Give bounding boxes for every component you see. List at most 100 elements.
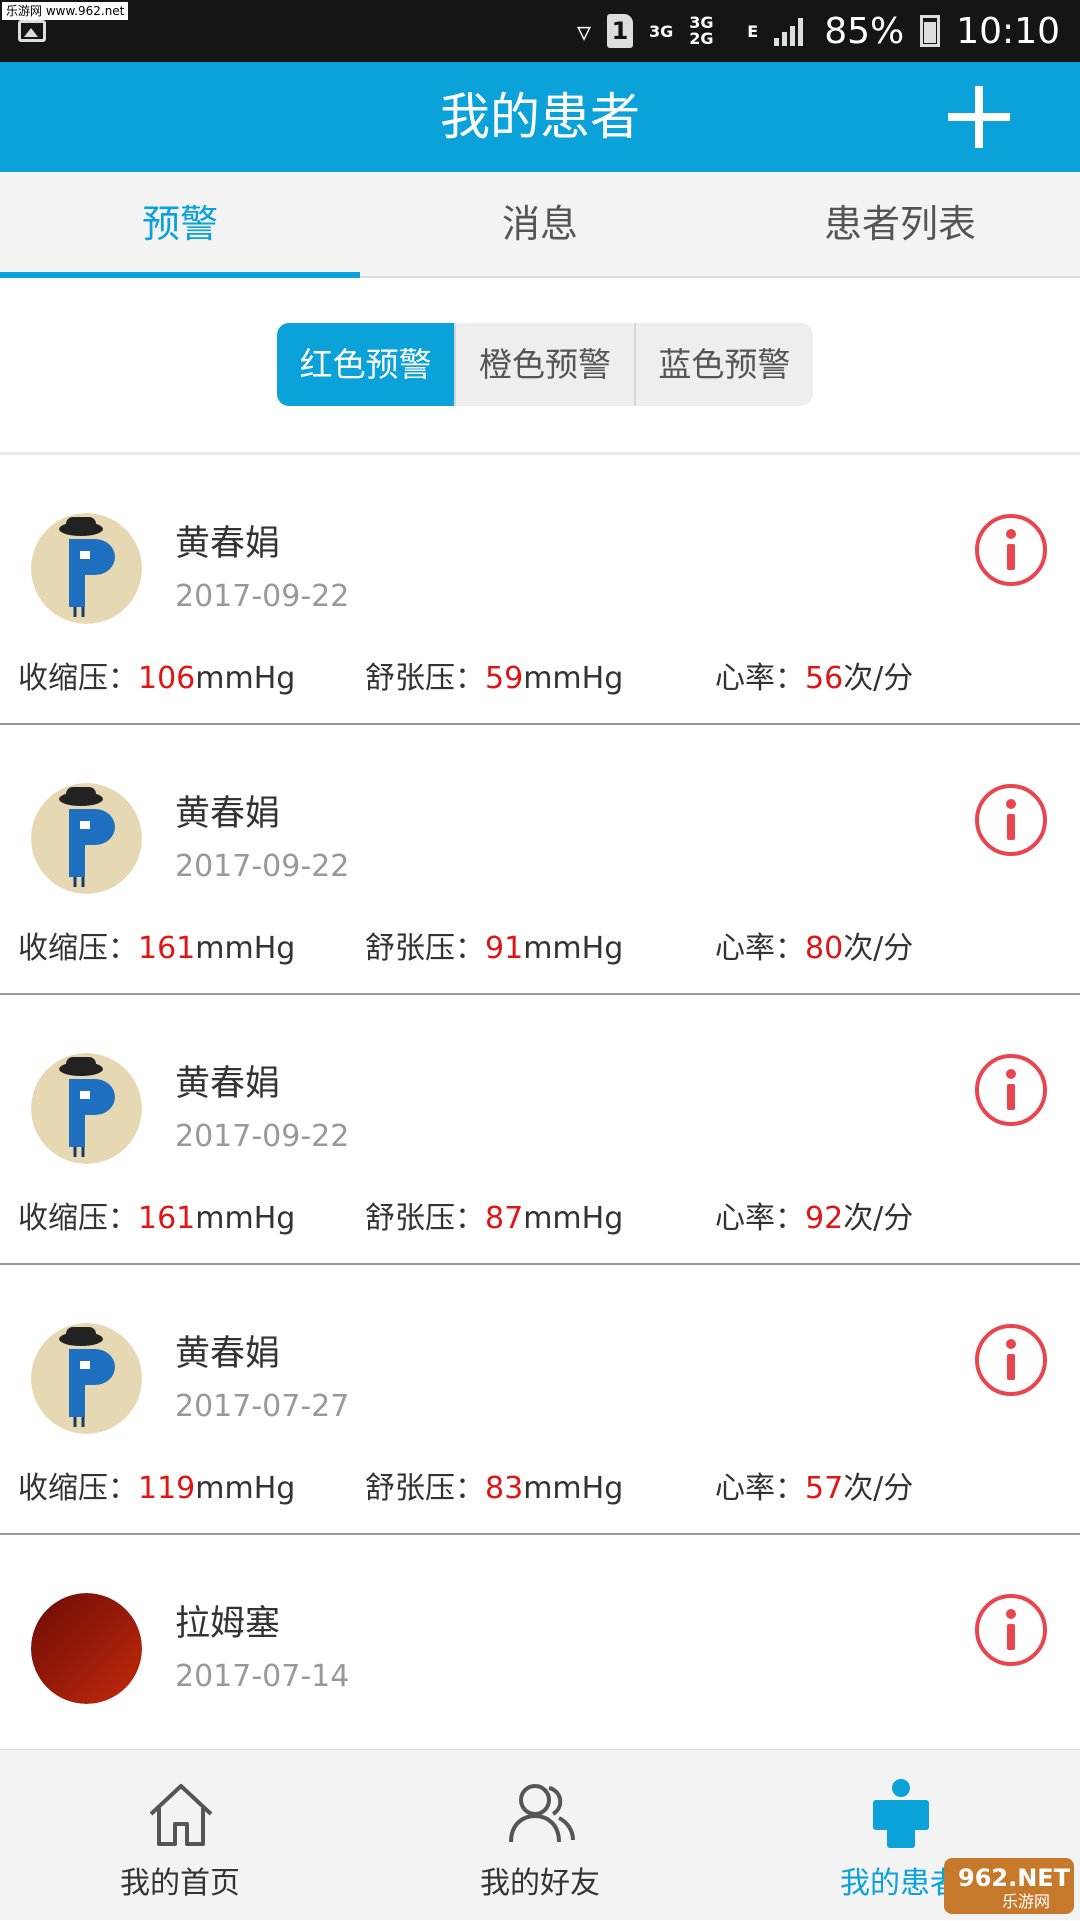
pressure-unit: mmHg xyxy=(195,931,296,966)
rate-unit: 次/分 xyxy=(843,931,914,966)
diastolic-value: 87 xyxy=(485,1201,524,1236)
wifi-icon: ▿ xyxy=(576,14,592,48)
record-date: 2017-09-22 xyxy=(175,1119,350,1154)
record-date: 2017-07-14 xyxy=(175,1659,350,1694)
avatar xyxy=(31,513,142,624)
patient-name: 黄春娟 xyxy=(175,524,281,564)
diastolic-label: 舒张压： xyxy=(365,1201,485,1236)
avatar xyxy=(31,1323,142,1434)
signal-icon xyxy=(774,16,808,46)
rate-unit: 次/分 xyxy=(843,1471,914,1506)
gallery-notification-icon xyxy=(18,20,46,42)
info-icon[interactable] xyxy=(974,783,1048,857)
home-icon xyxy=(149,1784,213,1846)
sim-slot-icon: 1 xyxy=(607,14,634,48)
rate-unit: 次/分 xyxy=(843,1201,914,1236)
patient-name: 拉姆塞 xyxy=(175,1604,281,1644)
vital-signs: 收缩压：119mmHg 舒张压：83mmHg 心率：57次/分 xyxy=(18,1463,1078,1506)
patient-alert-list: 黄春娟 2017-09-22 收缩压：106mmHg 舒张压：59mmHg 心率… xyxy=(0,455,1080,1749)
systolic-value: 161 xyxy=(138,1201,196,1236)
network-e-label: E xyxy=(747,21,759,41)
p-mascot-icon xyxy=(31,513,142,624)
info-icon[interactable] xyxy=(974,1323,1048,1397)
patient-icon xyxy=(873,1779,929,1848)
list-item[interactable]: 黄春娟 2017-07-27 收缩压：119mmHg 舒张压：83mmHg 心率… xyxy=(0,1265,1080,1535)
pressure-unit: mmHg xyxy=(523,931,624,966)
network-3g2g-label: 3G 2G xyxy=(689,13,714,48)
list-item[interactable]: 黄春娟 2017-09-22 收缩压：161mmHg 舒张压：87mmHg 心率… xyxy=(0,995,1080,1265)
pressure-unit: mmHg xyxy=(523,661,624,696)
tab-bar: 预警 消息 患者列表 xyxy=(0,172,1080,278)
diastolic-value: 59 xyxy=(485,661,524,696)
segment-red-alert[interactable]: 红色预警 xyxy=(277,323,455,406)
heart-rate-value: 56 xyxy=(805,661,844,696)
p-mascot-icon xyxy=(31,1053,142,1164)
segment-blue-alert[interactable]: 蓝色预警 xyxy=(633,323,813,406)
systolic-label: 收缩压： xyxy=(18,931,138,966)
list-item[interactable]: 黄春娟 2017-09-22 收缩压：161mmHg 舒张压：91mmHg 心率… xyxy=(0,725,1080,995)
vital-signs: 收缩压：106mmHg 舒张压：59mmHg 心率：56次/分 xyxy=(18,653,1078,696)
patient-name: 黄春娟 xyxy=(175,1334,281,1374)
avatar xyxy=(31,1593,142,1704)
heart-rate-value: 80 xyxy=(805,931,844,966)
status-bar: 乐游网 www.962.net ▿ 1 3G 3G 2G E 85% 10:10 xyxy=(0,0,1080,62)
rate-unit: 次/分 xyxy=(843,661,914,696)
systolic-label: 收缩压： xyxy=(18,661,138,696)
diastolic-label: 舒张压： xyxy=(365,1471,485,1506)
patient-name: 黄春娟 xyxy=(175,794,281,834)
network-3g-label: 3G xyxy=(649,21,674,41)
pressure-unit: mmHg xyxy=(195,1471,296,1506)
watermark: 乐游网 www.962.net xyxy=(2,2,129,20)
nav-friends-label: 我的好友 xyxy=(480,1866,600,1901)
info-icon[interactable] xyxy=(974,1053,1048,1127)
nav-friends[interactable]: 我的好友 xyxy=(360,1750,720,1921)
heart-rate-value: 57 xyxy=(805,1471,844,1506)
heart-rate-label: 心率： xyxy=(715,931,805,966)
vital-signs: 收缩压：161mmHg 舒张压：87mmHg 心率：92次/分 xyxy=(18,1193,1078,1236)
diastolic-label: 舒张压： xyxy=(365,931,485,966)
p-mascot-icon xyxy=(31,783,142,894)
heart-rate-label: 心率： xyxy=(715,1471,805,1506)
systolic-value: 119 xyxy=(138,1471,196,1506)
avatar xyxy=(31,783,142,894)
record-date: 2017-09-22 xyxy=(175,579,350,614)
heart-rate-label: 心率： xyxy=(715,1201,805,1236)
clock: 10:10 xyxy=(956,10,1060,52)
bottom-nav: 我的首页 我的好友 我的患者 962.NET 乐游网 xyxy=(0,1749,1080,1920)
tab-patient-list[interactable]: 患者列表 xyxy=(720,172,1080,276)
systolic-value: 106 xyxy=(138,661,196,696)
patient-name: 黄春娟 xyxy=(175,1064,281,1104)
record-date: 2017-09-22 xyxy=(175,849,350,884)
nav-home-label: 我的首页 xyxy=(120,1866,240,1901)
segment-orange-alert[interactable]: 橙色预警 xyxy=(454,323,633,406)
list-item[interactable]: 拉姆塞 2017-07-14 xyxy=(0,1535,1080,1749)
pressure-unit: mmHg xyxy=(195,661,296,696)
vital-signs: 收缩压：161mmHg 舒张压：91mmHg 心率：80次/分 xyxy=(18,923,1078,966)
plus-icon[interactable] xyxy=(948,86,1010,148)
pressure-unit: mmHg xyxy=(523,1471,624,1506)
diastolic-label: 舒张压： xyxy=(365,661,485,696)
nav-home[interactable]: 我的首页 xyxy=(0,1750,360,1921)
app-header: 我的患者 xyxy=(0,62,1080,172)
brand-logo: 962.NET 乐游网 xyxy=(944,1858,1074,1914)
systolic-label: 收缩压： xyxy=(18,1471,138,1506)
systolic-value: 161 xyxy=(138,931,196,966)
pressure-unit: mmHg xyxy=(523,1201,624,1236)
list-item[interactable]: 黄春娟 2017-09-22 收缩压：106mmHg 舒张压：59mmHg 心率… xyxy=(0,455,1080,725)
tab-indicator xyxy=(0,272,360,278)
info-icon[interactable] xyxy=(974,1593,1048,1667)
heart-rate-label: 心率： xyxy=(715,661,805,696)
battery-percent: 85% xyxy=(824,10,905,52)
diastolic-value: 83 xyxy=(485,1471,524,1506)
alert-level-switcher: 红色预警 橙色预警 蓝色预警 xyxy=(277,323,813,406)
avatar xyxy=(31,1053,142,1164)
systolic-label: 收缩压： xyxy=(18,1201,138,1236)
p-mascot-icon xyxy=(31,1323,142,1434)
tab-alerts[interactable]: 预警 xyxy=(0,172,360,276)
brand-logo-subtext: 乐游网 xyxy=(1002,1892,1051,1911)
tab-messages[interactable]: 消息 xyxy=(360,172,720,276)
record-date: 2017-07-27 xyxy=(175,1389,350,1424)
info-icon[interactable] xyxy=(974,513,1048,587)
diastolic-value: 91 xyxy=(485,931,524,966)
page-title: 我的患者 xyxy=(440,88,640,146)
